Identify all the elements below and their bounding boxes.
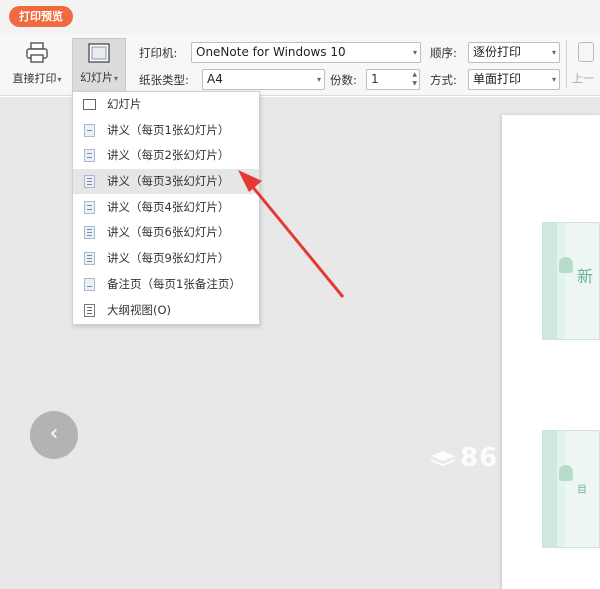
title-bar: 打印预览 <box>0 0 600 34</box>
slide-thumbnail: 新 <box>542 222 600 340</box>
back-nav-button[interactable]: ‹ <box>30 411 78 459</box>
mode-label: 方式: <box>430 73 457 87</box>
handout-3-icon <box>84 175 95 188</box>
direct-print-label: 直接打印 <box>12 72 57 85</box>
previous-page-icon <box>578 42 594 62</box>
mode-value: 单面打印 <box>473 72 522 86</box>
printer-value: OneNote for Windows 10 <box>196 45 346 59</box>
paper-type-select[interactable]: A4 ▾ <box>202 69 325 90</box>
printer-label: 打印机: <box>139 46 178 60</box>
paper-type-value: A4 <box>207 72 223 86</box>
slides-layout-label: 幻灯片 <box>79 71 113 84</box>
watermark-text: 86 <box>460 443 499 473</box>
chevron-down-icon[interactable]: ▾ <box>552 70 556 89</box>
menu-item-label: 讲义（每页4张幻灯片） <box>107 200 230 214</box>
menu-item-outline-view[interactable]: 大纲视图(O) <box>73 298 259 323</box>
handout-2-icon <box>84 149 95 162</box>
page-preview: 新 目 <box>502 115 600 589</box>
copies-label: 份数: <box>330 73 357 87</box>
decrement-icon[interactable]: ▼ <box>412 80 417 88</box>
slide-title-text: 目 <box>577 485 587 496</box>
previous-page-button[interactable]: 上一 <box>572 40 600 92</box>
chevron-down-icon[interactable]: ▾ <box>57 75 61 84</box>
menu-item-label: 讲义（每页9张幻灯片） <box>107 251 230 265</box>
menu-item-handout-2[interactable]: 讲义（每页2张幻灯片） <box>73 143 259 168</box>
printer-select[interactable]: OneNote for Windows 10 ▾ <box>191 42 421 63</box>
print-toolbar: 直接打印▾ 幻灯片▾ 打印机: OneNote for Windows 10 ▾… <box>0 34 600 96</box>
handout-4-icon <box>84 201 95 214</box>
chevron-down-icon[interactable]: ▾ <box>552 43 556 62</box>
slide-thumbnail: 目 <box>542 430 600 548</box>
chevron-down-icon[interactable]: ▾ <box>317 70 321 89</box>
chevron-left-icon: ‹ <box>49 421 59 446</box>
layers-logo-icon <box>430 451 456 467</box>
toolbar-divider <box>566 40 567 88</box>
direct-print-button[interactable]: 直接打印▾ <box>6 38 68 94</box>
previous-page-label: 上一 <box>572 72 594 85</box>
handout-6-icon <box>84 226 95 239</box>
handout-1-icon <box>84 124 95 137</box>
menu-item-label: 讲义（每页2张幻灯片） <box>107 148 230 162</box>
chevron-down-icon[interactable]: ▾ <box>114 74 118 83</box>
decor-leaf <box>557 223 565 339</box>
menu-item-handout-1[interactable]: 讲义（每页1张幻灯片） <box>73 118 259 143</box>
slide-layout-icon <box>88 43 110 63</box>
site-watermark: 86 <box>430 443 498 473</box>
menu-item-handout-6[interactable]: 讲义（每页6张幻灯片） <box>73 220 259 245</box>
outline-view-icon <box>84 304 95 317</box>
menu-item-handout-3[interactable]: 讲义（每页3张幻灯片） <box>73 169 259 194</box>
order-label: 顺序: <box>430 46 457 60</box>
slide-icon <box>83 99 96 110</box>
menu-item-slide[interactable]: 幻灯片 <box>73 92 259 117</box>
increment-icon[interactable]: ▲ <box>412 71 417 79</box>
menu-item-label: 讲义（每页1张幻灯片） <box>107 123 230 137</box>
wind-chime-icon <box>559 465 573 481</box>
printer-icon <box>26 42 48 63</box>
menu-item-label: 讲义（每页6张幻灯片） <box>107 225 230 239</box>
menu-item-label: 大纲视图(O) <box>107 303 172 317</box>
wind-chime-icon <box>559 257 573 273</box>
decor-leaf <box>557 431 565 547</box>
menu-item-label: 讲义（每页3张幻灯片） <box>107 174 230 188</box>
menu-item-label: 备注页（每页1张备注页） <box>107 277 241 291</box>
menu-item-handout-4[interactable]: 讲义（每页4张幻灯片） <box>73 195 259 220</box>
print-preview-tab[interactable]: 打印预览 <box>9 6 73 27</box>
slide-layout-dropdown: 幻灯片 讲义（每页1张幻灯片） 讲义（每页2张幻灯片） 讲义（每页3张幻灯片） … <box>72 91 260 325</box>
menu-item-notes-page[interactable]: 备注页（每页1张备注页） <box>73 272 259 297</box>
slide-title-text: 新 <box>577 267 594 286</box>
paper-type-label: 纸张类型: <box>139 73 189 87</box>
mode-select[interactable]: 单面打印 ▾ <box>468 69 560 90</box>
menu-item-label: 幻灯片 <box>107 97 142 111</box>
decor-leaf <box>543 431 557 547</box>
menu-item-handout-9[interactable]: 讲义（每页9张幻灯片） <box>73 246 259 271</box>
handout-9-icon <box>84 252 95 265</box>
order-select[interactable]: 逐份打印 ▾ <box>468 42 560 63</box>
decor-leaf <box>543 223 557 339</box>
notes-page-icon <box>84 278 95 291</box>
slides-layout-button[interactable]: 幻灯片▾ <box>72 38 126 94</box>
copies-value: 1 <box>371 72 379 86</box>
chevron-down-icon[interactable]: ▾ <box>413 43 417 62</box>
copies-stepper[interactable]: 1 ▲ ▼ <box>366 69 420 90</box>
order-value: 逐份打印 <box>473 45 522 59</box>
